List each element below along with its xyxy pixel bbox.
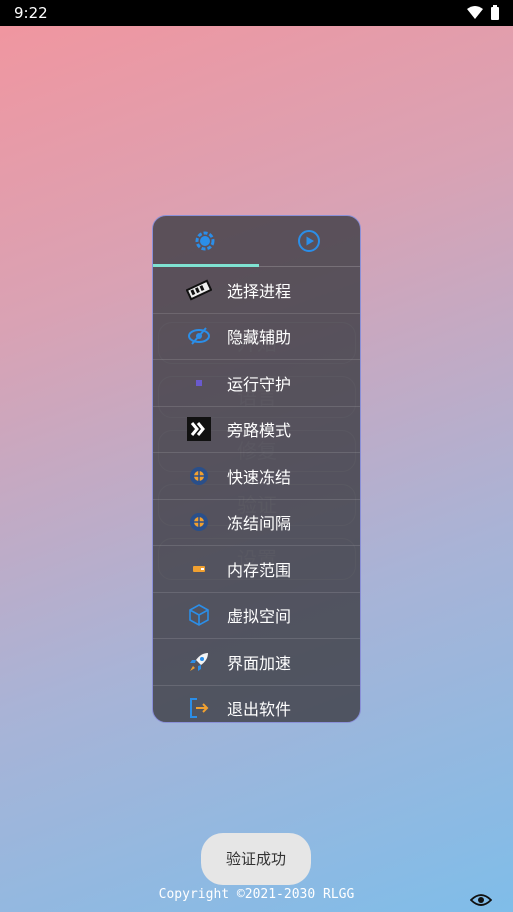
menu-item-label: 界面加速 (227, 653, 292, 673)
menu-item-select-process[interactable]: 选择进程 (153, 267, 360, 313)
menu-item-label: 虚拟空间 (227, 607, 292, 627)
menu-item-label: 隐藏辅助 (227, 328, 292, 348)
menu-item-label: 快速冻结 (227, 467, 292, 487)
copyright-text: Copyright ©2021-2030 RLGG (158, 887, 355, 902)
wifi-icon (467, 6, 483, 19)
tab-settings[interactable] (153, 216, 257, 266)
bypass-icon (186, 416, 212, 442)
play-icon (298, 230, 320, 252)
menu-item-label: 选择进程 (227, 281, 292, 301)
tab-bar (153, 216, 360, 267)
toast-message: 验证成功 (201, 833, 311, 885)
memory-range-icon (186, 556, 212, 582)
menu-item-memory-range[interactable]: 内存范围 (153, 545, 360, 592)
eye-off-icon (186, 323, 212, 349)
status-time: 9:22 (14, 4, 48, 22)
shield-icon (186, 370, 212, 396)
menu-item-bypass-mode[interactable]: 旁路模式 (153, 405, 360, 453)
memory-chip-icon (186, 277, 212, 303)
rocket-icon (186, 649, 212, 675)
menu-item-ui-acceleration[interactable]: 界面加速 (153, 638, 360, 685)
status-bar: 9:22 (0, 0, 513, 26)
menu-item-label: 退出软件 (227, 700, 292, 720)
menu-item-label: 冻结间隔 (227, 514, 292, 534)
menu-item-quick-freeze[interactable]: 快速冻结 (153, 452, 360, 499)
menu-item-label: 旁路模式 (227, 421, 292, 441)
snowflake-icon (186, 463, 212, 489)
menu-item-label: 运行守护 (227, 374, 292, 394)
menu-item-freeze-interval[interactable]: 冻结间隔 (153, 498, 360, 546)
eye-icon[interactable] (470, 892, 492, 908)
battery-icon (491, 5, 499, 20)
menu-list: 选择进程 隐藏辅助 运行守护 旁路模式 快速冻结 冻结间隔 内存范围 虚拟空间 … (153, 267, 360, 723)
tab-run[interactable] (257, 216, 360, 266)
floating-menu-panel: 选择进程 隐藏辅助 运行守护 旁路模式 快速冻结 冻结间隔 内存范围 虚拟空间 … (152, 215, 361, 723)
menu-item-exit-app[interactable]: 退出软件 (153, 684, 360, 723)
menu-item-run-guard[interactable]: 运行守护 (153, 359, 360, 406)
gear-icon (195, 231, 215, 251)
snowflake-icon (186, 509, 212, 535)
menu-item-label: 内存范围 (227, 560, 292, 580)
exit-icon (186, 695, 212, 721)
menu-item-hide-assist[interactable]: 隐藏辅助 (153, 312, 360, 360)
menu-item-virtual-space[interactable]: 虚拟空间 (153, 591, 360, 639)
cube-icon (186, 602, 212, 628)
